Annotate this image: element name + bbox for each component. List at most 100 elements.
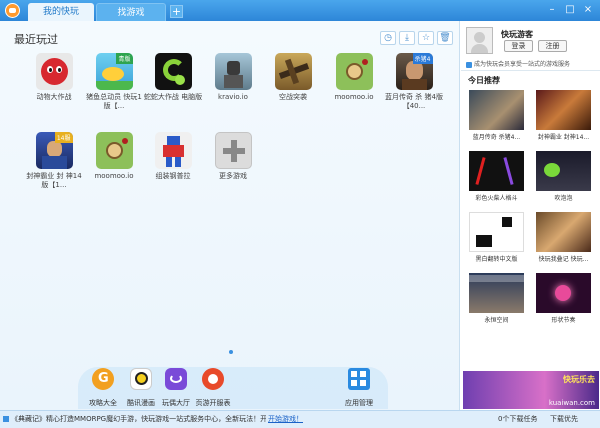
game-tile[interactable]: kravio.io xyxy=(203,53,263,102)
comic-icon xyxy=(130,368,152,390)
game-tile[interactable]: 杀猪4 蓝月传奇 杀 猪4版【40... xyxy=(384,53,444,111)
plane-icon xyxy=(274,53,312,90)
game-tile[interactable]: moomoo.io xyxy=(84,132,144,181)
hero-icon: 14服 xyxy=(35,132,73,169)
start-game-link[interactable]: 开始游戏！ xyxy=(268,414,303,424)
speaker-icon xyxy=(3,416,9,422)
game-name: 组装钢普拉 xyxy=(155,172,191,180)
more-games-tile[interactable]: 更多游戏 xyxy=(203,132,263,181)
member-tagline-text: 成为快玩会员享受一站式的游戏服务 xyxy=(474,61,571,68)
rec-thumbnail xyxy=(469,151,524,191)
page-indicator[interactable] xyxy=(229,350,233,354)
rec-item[interactable]: 形状节奏 xyxy=(536,273,591,324)
favorite-icon[interactable]: ☆ xyxy=(418,31,434,45)
rec-name: 吹泡泡 xyxy=(554,195,573,202)
avatar[interactable] xyxy=(466,27,493,54)
game-name: 更多游戏 xyxy=(219,172,247,180)
game-name: 空战突袭 xyxy=(279,93,307,101)
download-icon[interactable]: ⤓ xyxy=(399,31,415,45)
rec-thumbnail xyxy=(469,212,524,252)
promo-banner[interactable]: 快玩乐去 kuaiwan.com xyxy=(463,371,599,409)
dock-label: 应用管理 xyxy=(345,399,373,407)
dock-item-apps[interactable]: 应用管理 xyxy=(334,368,384,408)
game-tile[interactable]: 青版 猪鱼总动员 快玩1版【... xyxy=(84,53,144,111)
game-badge: 杀猪4 xyxy=(412,53,433,64)
history-icon[interactable]: ◷ xyxy=(380,31,396,45)
plus-icon xyxy=(214,132,252,169)
game-name: kravio.io xyxy=(218,93,248,101)
delete-icon[interactable]: 🗑 xyxy=(437,31,453,45)
rec-thumbnail xyxy=(469,90,524,130)
game-badge: 青版 xyxy=(116,53,133,64)
game-name: 猪鱼总动员 快玩1版【... xyxy=(86,93,142,110)
login-button[interactable]: 登录 xyxy=(504,40,533,52)
add-tab-button[interactable]: + xyxy=(170,5,183,18)
member-tagline: 成为快玩会员享受一站式的游戏服务 xyxy=(466,59,570,68)
rec-item[interactable]: 永恒空间 xyxy=(469,273,524,324)
guide-icon: G xyxy=(92,368,114,390)
tab-find-games[interactable]: 找游戏 xyxy=(96,3,166,21)
game-name: moomoo.io xyxy=(94,172,134,180)
rec-item[interactable]: 吹泡泡 xyxy=(536,151,591,202)
banner-text: 快玩乐去 xyxy=(563,375,595,384)
game-tile[interactable]: 动物大作战 xyxy=(24,53,84,102)
rec-thumbnail xyxy=(469,273,524,313)
tab-my-games[interactable]: 我的快玩 xyxy=(28,3,94,21)
username: 快玩游客 xyxy=(501,30,533,39)
game-toolbar: ◷ ⤓ ☆ 🗑 xyxy=(380,31,453,45)
rec-thumbnail xyxy=(536,273,591,313)
rec-name: 封神霸业 封神14... xyxy=(537,134,590,141)
rec-thumbnail xyxy=(536,212,591,252)
game-tile[interactable]: 蛇蛇大作战 电脑版 xyxy=(143,53,203,102)
game-name: 蛇蛇大作战 电脑版 xyxy=(143,93,203,101)
rec-item[interactable]: 快玩我叠记 快玩... xyxy=(536,212,591,263)
apps-icon xyxy=(348,368,370,390)
rec-item[interactable]: 彩色火柴人格斗 xyxy=(469,151,524,202)
sidebar: 快玩游客 登录 注册 成为快玩会员享受一站式的游戏服务 今日推荐 蓝月传奇 杀猪… xyxy=(461,21,600,410)
register-button[interactable]: 注册 xyxy=(538,40,567,52)
section-title: 最近玩过 xyxy=(14,33,58,46)
app-logo-icon xyxy=(5,3,20,18)
rec-item[interactable]: 封神霸业 封神14... xyxy=(536,90,591,141)
game-name: moomoo.io xyxy=(334,93,374,101)
rec-name: 形状节奏 xyxy=(551,317,576,324)
rec-item[interactable]: 黑白翻转中文版 xyxy=(469,212,524,263)
mole-icon xyxy=(35,53,73,90)
snake-icon xyxy=(154,53,192,90)
rec-name: 快玩我叠记 快玩... xyxy=(538,256,589,263)
rec-name: 永恒空间 xyxy=(484,317,509,324)
divider xyxy=(461,70,600,71)
game-tile[interactable]: moomoo.io xyxy=(324,53,384,102)
info-icon xyxy=(466,61,472,68)
game-tile[interactable]: 空战突袭 xyxy=(263,53,323,102)
notice-ticker[interactable]: 《典藏记》精心打造MMORPG魔幻手游，快玩游戏一站式服务中心，全新玩法！开放，… xyxy=(3,414,266,424)
rec-name: 黑白翻转中文版 xyxy=(475,256,518,263)
game-name: 动物大作战 xyxy=(36,93,72,101)
close-button[interactable]: × xyxy=(580,3,596,17)
download-tasks[interactable]: 0个下载任务 xyxy=(498,414,537,424)
moomoo-icon xyxy=(335,53,373,90)
rec-name: 蓝月传奇 杀猪4... xyxy=(472,134,521,141)
notice-text: 《典藏记》精心打造MMORPG魔幻手游，快玩游戏一站式服务中心，全新玩法！开放，… xyxy=(11,415,266,423)
rec-item[interactable]: 蓝月传奇 杀猪4... xyxy=(469,90,524,141)
download-priority[interactable]: 下载优先 xyxy=(550,414,578,424)
knight-icon xyxy=(214,53,252,90)
game-name: 蓝月传奇 杀 猪4版【40... xyxy=(385,93,443,110)
game-name: 封神霸业 封 神14版【1... xyxy=(26,172,82,189)
minimize-button[interactable]: – xyxy=(544,3,560,17)
game-tile[interactable]: 组装钢普拉 xyxy=(143,132,203,181)
maximize-button[interactable]: □ xyxy=(562,3,578,17)
warrior-icon: 杀猪4 xyxy=(395,53,433,90)
status-bar: 《典藏记》精心打造MMORPG魔幻手游，快玩游戏一站式服务中心，全新玩法！开放，… xyxy=(0,410,600,428)
dock-label: 页游开服表 xyxy=(195,399,231,407)
hall-icon xyxy=(165,368,187,390)
game-badge: 14服 xyxy=(54,132,73,143)
dock-item-server[interactable]: 页游开服表 xyxy=(188,368,238,408)
banner-url: kuaiwan.com xyxy=(548,399,595,407)
fish-icon: 青版 xyxy=(95,53,133,90)
rec-thumbnail xyxy=(536,90,591,130)
rec-name: 彩色火柴人格斗 xyxy=(475,195,518,202)
game-tile[interactable]: 14服 封神霸业 封 神14版【1... xyxy=(24,132,84,190)
server-icon xyxy=(202,368,224,390)
title-bar: 我的快玩 找游戏 + – □ × xyxy=(0,0,600,21)
